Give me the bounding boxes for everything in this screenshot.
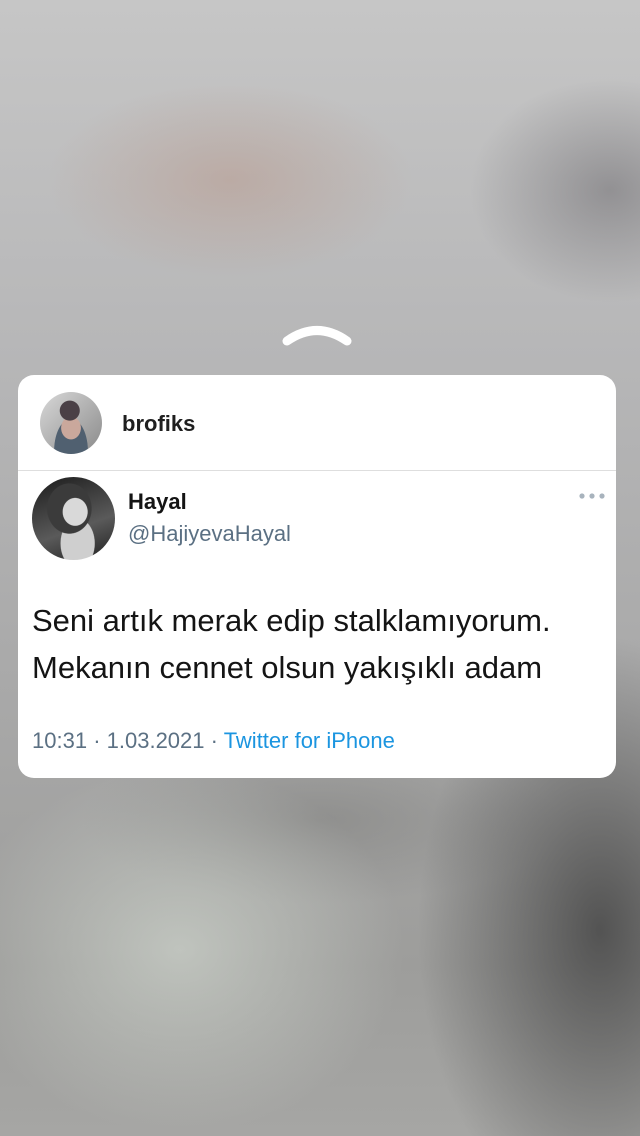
author-handle[interactable]: @HajiyevaHayal: [128, 521, 291, 547]
tweet-time: 10:31: [32, 728, 88, 753]
author-avatar[interactable]: [32, 477, 115, 560]
tweet-text-line: Mekanın cennet olsun yakışıklı adam: [32, 650, 543, 685]
sharer-header[interactable]: brofiks: [18, 375, 616, 471]
tweet-meta: 10:31 · 1.03.2021 · Twitter for iPhone: [32, 728, 395, 754]
more-dots-icon[interactable]: [578, 489, 606, 503]
shared-tweet-card[interactable]: brofiks Hayal @HajiyevaHayal Seni artık …: [18, 375, 616, 778]
tweet-text: Seni artık merak edip stalklamıyorum. Me…: [32, 597, 607, 691]
tweet-date: 1.03.2021: [106, 728, 205, 753]
story-screen: brofiks Hayal @HajiyevaHayal Seni artık …: [0, 0, 640, 1136]
sharer-name[interactable]: brofiks: [122, 411, 195, 437]
author-name[interactable]: Hayal: [128, 489, 187, 515]
tweet-text-line: Seni artık merak edip stalklamıyorum.: [32, 603, 551, 638]
tweet-source-link[interactable]: Twitter for iPhone: [224, 728, 395, 753]
meta-separator: ·: [210, 728, 218, 753]
chevron-up-icon[interactable]: [281, 318, 353, 348]
meta-separator: ·: [93, 728, 101, 753]
sharer-avatar[interactable]: [40, 392, 102, 454]
